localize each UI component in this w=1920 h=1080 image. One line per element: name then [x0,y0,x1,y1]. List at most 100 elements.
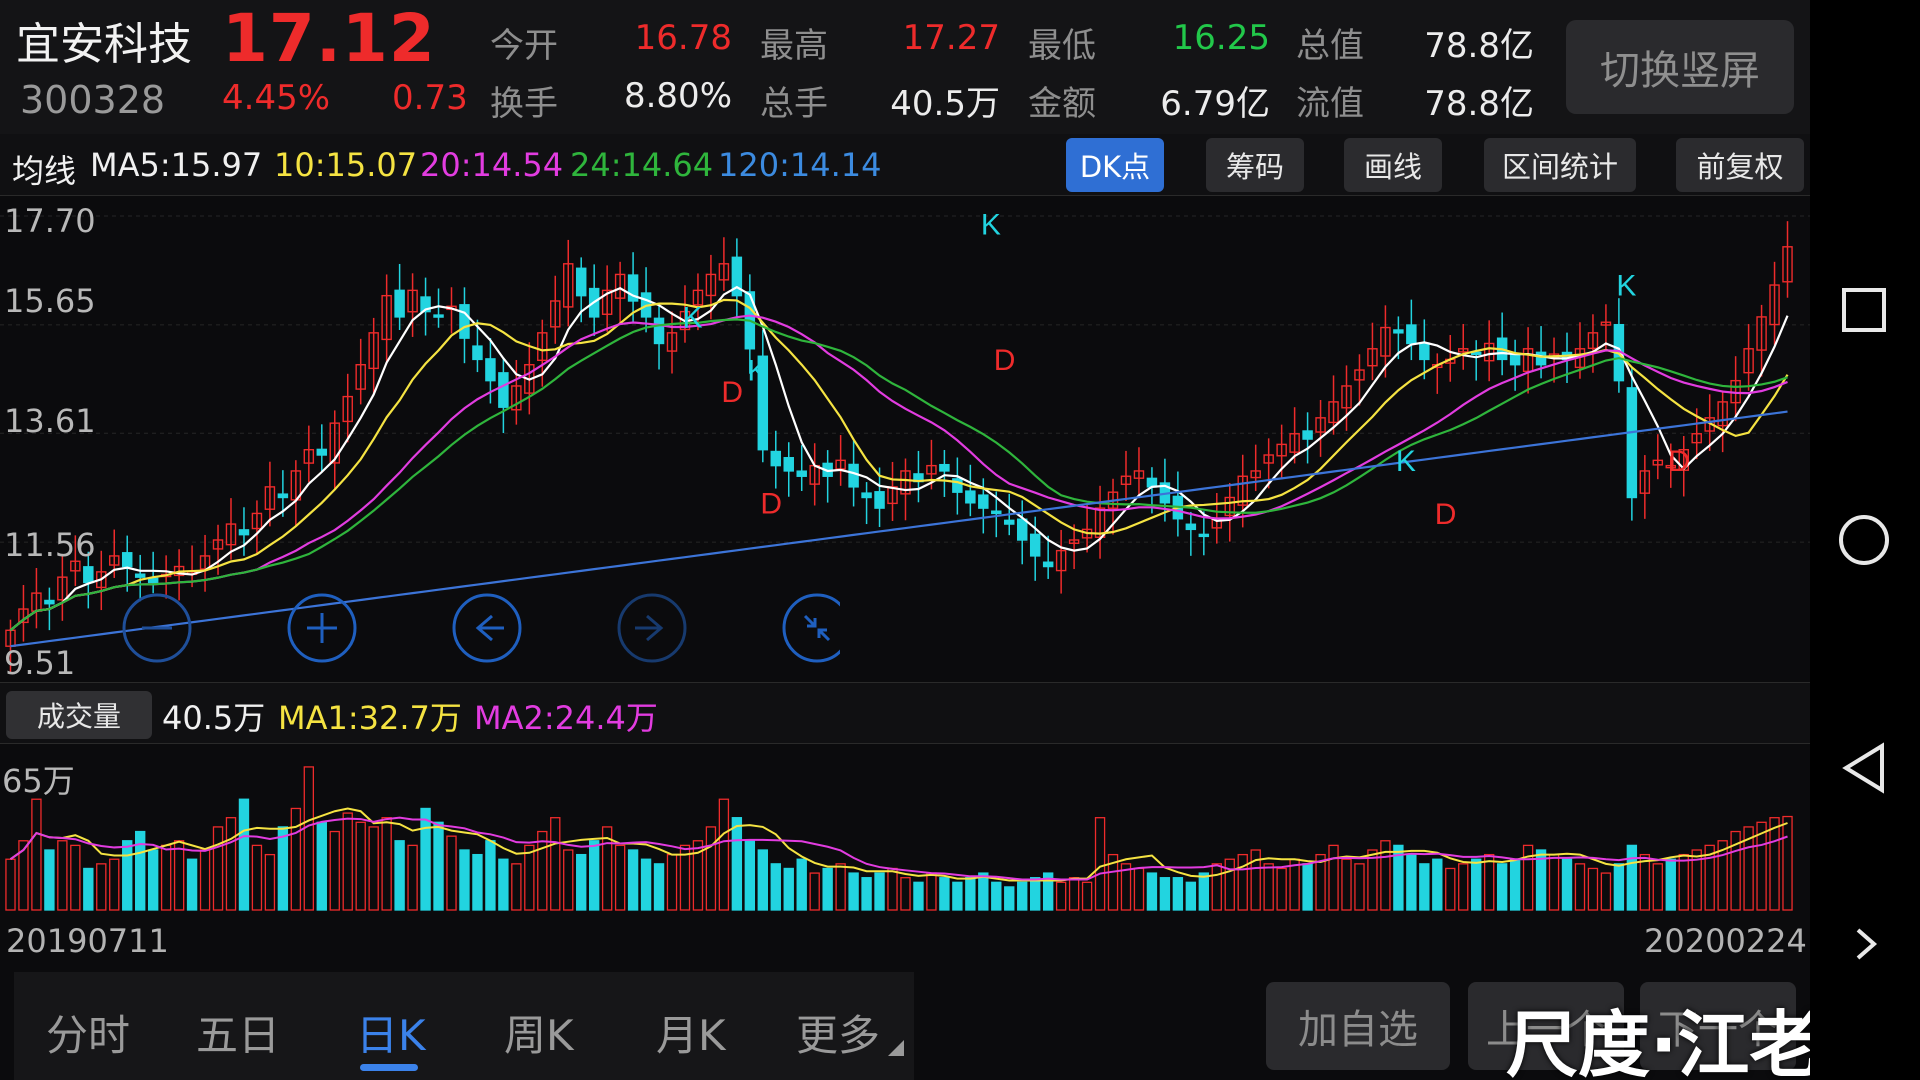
open-value: 16.78 [634,18,732,58]
candle [1185,523,1197,531]
high-value: 17.27 [902,18,1000,58]
volume-bar [874,872,885,911]
low-label: 最低 [1028,26,1096,66]
volume-bar [394,840,405,911]
volume-bar [1458,863,1469,911]
candle [770,450,782,467]
volume-bar [952,881,963,911]
volume-bar [1432,858,1443,911]
volume-bar [576,853,587,911]
volume-bar [83,867,94,911]
candle [874,491,885,509]
back-icon[interactable] [1842,742,1884,794]
volume-bar [744,840,756,911]
volume-bar [1237,853,1248,911]
volume-bar [1574,863,1586,911]
volume-bar [835,863,846,911]
amount-value: 6.79亿 [1160,84,1270,124]
volume-ma-line [9,816,1788,881]
tab-weekly-k[interactable]: 周K [504,1002,574,1063]
volume-value: 40.5万 [162,699,266,737]
volume-axis-label: 65万 [2,762,75,800]
volume-chart[interactable]: 65万 [0,744,1810,912]
forward-adjust-button[interactable]: 前复权 [1676,138,1804,192]
chips-button[interactable]: 筹码 [1206,138,1304,192]
exit-fullscreen-icon[interactable] [782,593,840,663]
volume-bar [446,835,457,911]
tab-monthly-k[interactable]: 月K [656,1002,726,1063]
add-watchlist-button[interactable]: 加自选 [1266,982,1450,1070]
zoom-out-icon[interactable] [122,593,192,663]
volume-bar [368,826,379,911]
volume-bar [1302,863,1313,911]
candle [1535,351,1547,366]
candle [147,577,159,584]
float-cap-value: 78.8亿 [1424,84,1534,124]
volume-bar [1367,849,1378,911]
volume-bar [1561,858,1573,911]
volume-bar [1471,858,1482,911]
volume-bar [537,830,548,911]
volume-bar [1159,877,1171,911]
recent-apps-icon[interactable] [1842,288,1886,332]
candle [121,552,133,568]
ma5-line [9,285,1789,632]
volume-bar [1445,867,1456,911]
volume-ma2: MA2:24.4万 [474,699,658,737]
price-axis-label: 17.70 [4,202,96,240]
candle [783,457,794,472]
draw-line-button[interactable]: 画线 [1344,138,1442,192]
stock-name: 宜安科技 [16,19,192,70]
candle [238,529,250,536]
volume-bar [498,858,509,911]
volume-bar [1678,853,1689,911]
candle [848,463,859,488]
tab-more[interactable]: 更多 [796,1002,880,1063]
volume-bar [783,867,794,911]
scroll-right-icon[interactable] [617,593,687,663]
volume-bar [588,840,600,911]
tab-five-day[interactable]: 五日 [196,1002,280,1063]
volume-bar [264,853,276,911]
volume-bar [1055,881,1067,911]
candlestick-chart[interactable]: KDKDKDKDKD 17.70 15.65 13.61 11.56 9.51 [0,196,1810,682]
volume-bar [511,863,522,911]
price-axis-label: 13.61 [4,402,96,440]
volume-bar [485,840,496,911]
candle [1016,518,1028,541]
volume-bar [1341,858,1352,911]
volume-bar [978,872,989,911]
candle [1029,533,1041,557]
nav-icons [1839,288,1889,960]
signal-marker: K [981,209,1001,242]
scroll-left-icon[interactable] [452,593,522,663]
candle [277,493,289,499]
volume-bar [433,821,444,911]
volume-bar [5,858,16,911]
candle [1198,533,1210,538]
tab-daily-k[interactable]: 日K [356,1002,426,1063]
volume-bar [640,858,652,911]
volume-bar [407,844,418,911]
ma10-value: 10:15.07 [274,146,418,184]
volume-label: 总手 [760,84,828,124]
volume-tab[interactable]: 成交量 [6,691,152,739]
chevron-right-icon[interactable] [1856,928,1878,960]
volume-bar [731,817,743,911]
volume-bar [57,840,68,911]
zoom-in-icon[interactable] [287,593,357,663]
ma120-value: 120:14.14 [718,146,882,184]
volume-bar [900,877,911,911]
ma5-value: MA5:15.97 [90,146,263,184]
volume-bar [96,863,107,911]
dk-point-button[interactable]: DK点 [1066,138,1164,192]
home-icon[interactable] [1839,515,1889,565]
volume-bar [329,830,340,911]
candle [939,463,950,472]
volume-bar [770,863,781,911]
system-nav-bar [1810,0,1920,1080]
volume-bar [1639,853,1651,911]
interval-stats-button[interactable]: 区间统计 [1484,138,1636,192]
switch-portrait-button[interactable]: 切换竖屏 [1566,20,1794,114]
tab-intraday[interactable]: 分时 [46,1002,130,1063]
